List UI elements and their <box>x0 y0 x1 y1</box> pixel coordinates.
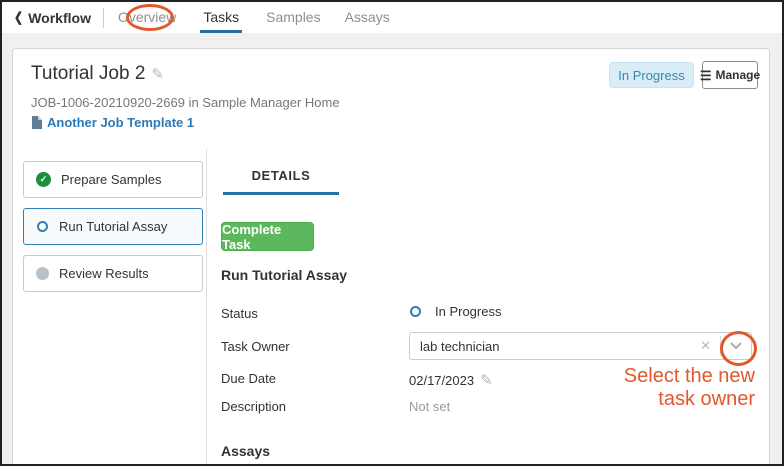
status-badge: In Progress <box>609 62 694 88</box>
task-owner-input[interactable] <box>410 339 691 354</box>
tab-assays[interactable]: Assays <box>345 2 390 33</box>
job-template-link-label: Another Job Template 1 <box>47 115 194 130</box>
tab-tasks[interactable]: Tasks <box>200 2 242 33</box>
back-link-workflow[interactable]: ❮ Workflow <box>14 10 91 26</box>
annotation-line-2: task owner <box>535 388 755 411</box>
task-item-prepare-samples[interactable]: ✓ Prepare Samples <box>23 161 203 198</box>
status-field-label: Status <box>221 306 258 321</box>
annotation-line-1: Select the new <box>535 365 755 388</box>
clear-icon[interactable]: ✕ <box>691 338 720 354</box>
task-owner-combobox: ✕ <box>409 332 752 360</box>
task-item-label: Run Tutorial Assay <box>59 219 167 234</box>
nav-divider <box>103 8 104 28</box>
pending-circle-icon <box>36 267 49 280</box>
annotation-text: Select the new task owner <box>535 365 755 411</box>
top-nav: ❮ Workflow Overview Tasks Samples Assays <box>2 2 782 33</box>
task-item-run-tutorial-assay[interactable]: Run Tutorial Assay <box>23 208 203 245</box>
document-icon <box>31 116 42 129</box>
edit-due-date-icon[interactable]: ✎ <box>480 372 493 389</box>
status-value-text: In Progress <box>435 304 501 319</box>
task-owner-field-label: Task Owner <box>221 339 290 354</box>
tab-details[interactable]: DETAILS <box>223 163 339 195</box>
task-item-label: Prepare Samples <box>61 172 161 187</box>
chevron-left-icon: ❮ <box>14 10 23 26</box>
status-field-value: In Progress <box>409 304 501 319</box>
due-date-field-label: Due Date <box>221 371 276 386</box>
job-template-link[interactable]: Another Job Template 1 <box>31 115 194 130</box>
job-id-subtitle: JOB-1006-20210920-2669 in Sample Manager… <box>31 95 340 110</box>
menu-icon: ☰ <box>700 69 712 82</box>
app-window: ❮ Workflow Overview Tasks Samples Assays… <box>0 0 784 466</box>
manage-button-label: Manage <box>715 68 760 82</box>
tab-samples[interactable]: Samples <box>266 2 320 33</box>
panel-divider <box>206 149 207 464</box>
task-item-review-results[interactable]: Review Results <box>23 255 203 292</box>
tab-overview[interactable]: Overview <box>118 2 176 33</box>
due-date-field-value: 02/17/2023 ✎ <box>409 371 493 389</box>
edit-title-icon[interactable]: ✎ <box>151 66 164 83</box>
due-date-value-text: 02/17/2023 <box>409 373 474 388</box>
task-section-title: Run Tutorial Assay <box>221 267 347 283</box>
description-field-value: Not set <box>409 399 450 414</box>
page-title: Tutorial Job 2 ✎ <box>31 63 164 85</box>
assays-section-heading: Assays <box>221 443 270 459</box>
back-link-label: Workflow <box>28 10 91 26</box>
complete-task-button[interactable]: Complete Task <box>221 222 314 251</box>
check-circle-icon: ✓ <box>36 172 51 187</box>
chevron-down-icon[interactable] <box>721 342 751 350</box>
in-progress-circle-icon <box>37 221 48 232</box>
description-field-label: Description <box>221 399 286 414</box>
manage-button[interactable]: ☰ Manage <box>702 61 758 89</box>
job-title-text: Tutorial Job 2 <box>31 63 145 84</box>
status-in-progress-icon <box>410 306 421 317</box>
task-item-label: Review Results <box>59 266 149 281</box>
